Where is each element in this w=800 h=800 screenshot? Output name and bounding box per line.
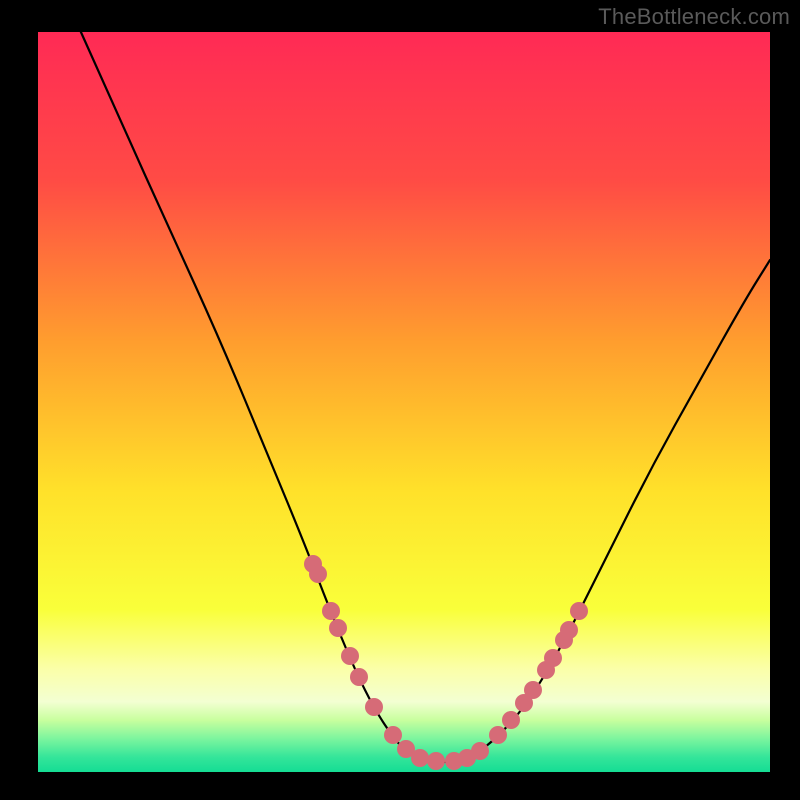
chart-stage: TheBottleneck.com bbox=[0, 0, 800, 800]
bottleneck-chart bbox=[0, 0, 800, 800]
curve-marker bbox=[341, 647, 359, 665]
curve-marker bbox=[544, 649, 562, 667]
curve-marker bbox=[309, 565, 327, 583]
curve-marker bbox=[471, 742, 489, 760]
curve-marker bbox=[384, 726, 402, 744]
curve-marker bbox=[489, 726, 507, 744]
curve-marker bbox=[560, 621, 578, 639]
curve-marker bbox=[322, 602, 340, 620]
curve-marker bbox=[524, 681, 542, 699]
curve-marker bbox=[570, 602, 588, 620]
curve-marker bbox=[502, 711, 520, 729]
plot-background bbox=[38, 32, 770, 772]
curve-marker bbox=[365, 698, 383, 716]
curve-marker bbox=[329, 619, 347, 637]
attribution-label: TheBottleneck.com bbox=[598, 4, 790, 30]
curve-marker bbox=[411, 749, 429, 767]
curve-marker bbox=[350, 668, 368, 686]
curve-marker bbox=[427, 752, 445, 770]
